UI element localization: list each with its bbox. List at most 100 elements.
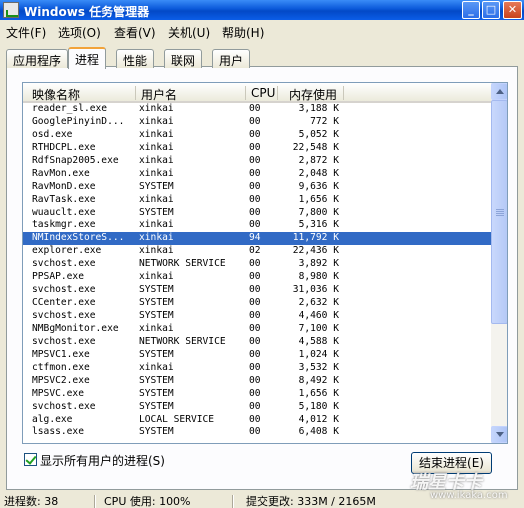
memory-cell: 5,180 K (298, 400, 339, 412)
process-row[interactable]: alg.exe LOCAL SERVICE 00 4,012 K (23, 414, 491, 427)
memory-cell: 7,100 K (298, 322, 339, 334)
cpu-cell: 00 (249, 310, 261, 321)
process-row[interactable]: osd.exe xinkai 00 5,052 K (23, 129, 491, 142)
memory-cell: 1,656 K (298, 193, 339, 205)
process-row[interactable]: RTHDCPL.exe xinkai 00 22,548 K (23, 142, 491, 155)
process-list[interactable]: 映像名称 用户名 CPU 内存使用 reader_sl.exe xinkai 00 3… (22, 82, 508, 444)
memory-cell: 4,460 K (298, 310, 339, 321)
column-header-image-name[interactable]: 映像名称 (32, 86, 80, 103)
cpu-cell: 00 (249, 400, 261, 412)
user-name-cell: xinkai (139, 322, 174, 334)
user-name-cell: NETWORK SERVICE (139, 335, 226, 347)
process-row[interactable]: wuauclt.exe SYSTEM 00 7,800 K (23, 207, 491, 220)
memory-cell: 8,980 K (298, 271, 339, 283)
process-row[interactable]: svchost.exe SYSTEM 00 31,036 K (23, 284, 491, 297)
process-name-cell: MPSVC2.exe (32, 374, 90, 386)
process-row[interactable]: RavTask.exe xinkai 00 1,656 K (23, 194, 491, 207)
process-name-cell: ctfmon.exe (32, 361, 90, 373)
column-header-cpu[interactable]: CPU (251, 86, 275, 100)
column-header-memory-usage[interactable]: 内存使用 (289, 86, 337, 103)
scroll-up-button[interactable] (491, 83, 507, 100)
tab-performance[interactable]: 性能 (116, 49, 155, 68)
tab-applications[interactable]: 应用程序 (6, 49, 69, 68)
cpu-cell: 00 (249, 193, 261, 205)
column-divider[interactable] (245, 86, 246, 100)
minimize-button[interactable]: _ (462, 1, 480, 19)
memory-cell: 22,548 K (292, 141, 339, 153)
menu-shutdown[interactable]: 关机(U) (168, 24, 210, 41)
process-row[interactable]: RdfSnap2005.exe xinkai 00 2,872 K (23, 155, 491, 168)
memory-cell: 4,588 K (298, 335, 339, 347)
menu-options[interactable]: 选项(O) (58, 24, 101, 41)
user-name-cell: SYSTEM (139, 374, 174, 386)
tab-processes[interactable]: 进程 (68, 47, 107, 69)
user-name-cell: SYSTEM (139, 180, 174, 192)
process-row[interactable]: ctfmon.exe xinkai 00 3,532 K (23, 362, 491, 375)
column-divider[interactable] (343, 86, 344, 100)
process-row[interactable]: MPSVC.exe SYSTEM 00 1,656 K (23, 388, 491, 401)
grip-line (496, 209, 504, 210)
cpu-cell: 00 (249, 413, 261, 425)
process-row[interactable]: MPSVC1.exe SYSTEM 00 1,024 K (23, 349, 491, 362)
process-row[interactable]: PPSAP.exe xinkai 00 8,980 K (23, 271, 491, 284)
process-row[interactable]: RavMon.exe xinkai 00 2,048 K (23, 168, 491, 181)
user-name-cell: SYSTEM (139, 297, 174, 309)
user-name-cell: xinkai (139, 361, 174, 373)
memory-cell: 9,636 K (298, 180, 339, 192)
process-row[interactable]: CCenter.exe SYSTEM 00 2,632 K (23, 297, 491, 310)
column-divider[interactable] (277, 86, 278, 100)
process-name-cell: MPSVC1.exe (32, 348, 90, 360)
process-row[interactable]: lsass.exe SYSTEM 00 6,408 K (23, 426, 491, 439)
user-name-cell: SYSTEM (139, 348, 174, 360)
maximize-button[interactable]: □ (482, 1, 500, 19)
process-row[interactable]: GooglePinyinD... xinkai 00 772 K (23, 116, 491, 129)
user-name-cell: xinkai (139, 271, 174, 283)
process-name-cell: explorer.exe (32, 245, 102, 257)
cpu-cell: 00 (249, 219, 261, 231)
cpu-cell: 00 (249, 271, 261, 283)
cpu-cell: 00 (249, 387, 261, 399)
menu-help[interactable]: 帮助(H) (222, 24, 264, 41)
memory-cell: 2,632 K (298, 297, 339, 309)
process-row[interactable]: svchost.exe NETWORK SERVICE 00 4,588 K (23, 336, 491, 349)
show-all-users-checkbox[interactable] (24, 453, 37, 466)
menu-view[interactable]: 查看(V) (114, 24, 156, 41)
process-row[interactable]: NMIndexStoreS... xinkai 94 11,792 K (23, 232, 491, 246)
cpu-cell: 00 (249, 426, 261, 438)
column-header-user-name[interactable]: 用户名 (141, 86, 177, 103)
process-name-cell: svchost.exe (32, 400, 96, 412)
close-button[interactable]: ✕ (503, 1, 522, 19)
memory-cell: 5,052 K (298, 128, 339, 140)
process-name-cell: GooglePinyinD... (32, 115, 125, 127)
cpu-cell: 00 (249, 115, 261, 127)
process-row[interactable]: svchost.exe SYSTEM 00 5,180 K (23, 401, 491, 414)
user-name-cell: xinkai (139, 141, 174, 153)
memory-cell: 5,316 K (298, 219, 339, 231)
memory-cell: 3,188 K (298, 103, 339, 114)
process-row[interactable]: taskmgr.exe xinkai 00 5,316 K (23, 219, 491, 232)
scroll-thumb[interactable] (491, 100, 507, 324)
process-row[interactable]: svchost.exe SYSTEM 00 4,460 K (23, 310, 491, 323)
user-name-cell: SYSTEM (139, 426, 174, 438)
column-divider[interactable] (135, 86, 136, 100)
cpu-cell: 00 (249, 128, 261, 140)
scroll-down-button[interactable] (491, 426, 507, 443)
process-row[interactable]: RavMonD.exe SYSTEM 00 9,636 K (23, 181, 491, 194)
tab-networking[interactable]: 联网 (164, 49, 203, 68)
process-name-cell: svchost.exe (32, 284, 96, 296)
end-process-button[interactable]: 结束进程(E) (411, 452, 492, 474)
cpu-cell: 00 (249, 141, 261, 153)
cpu-cell: 00 (249, 284, 261, 296)
process-row[interactable]: reader_sl.exe xinkai 00 3,188 K (23, 103, 491, 116)
tab-users[interactable]: 用户 (212, 49, 251, 68)
process-name-cell: svchost.exe (32, 310, 96, 321)
process-row[interactable]: MPSVC2.exe SYSTEM 00 8,492 K (23, 375, 491, 388)
vertical-scrollbar[interactable] (491, 83, 507, 443)
process-row[interactable]: explorer.exe xinkai 02 22,436 K (23, 245, 491, 258)
process-row[interactable]: svchost.exe NETWORK SERVICE 00 3,892 K (23, 258, 491, 271)
user-name-cell: NETWORK SERVICE (139, 258, 226, 270)
process-name-cell: RdfSnap2005.exe (32, 154, 119, 166)
menu-file[interactable]: 文件(F) (6, 24, 46, 41)
show-all-users-label[interactable]: 显示所有用户的进程(S) (40, 452, 165, 469)
process-row[interactable]: NMBgMonitor.exe xinkai 00 7,100 K (23, 323, 491, 336)
